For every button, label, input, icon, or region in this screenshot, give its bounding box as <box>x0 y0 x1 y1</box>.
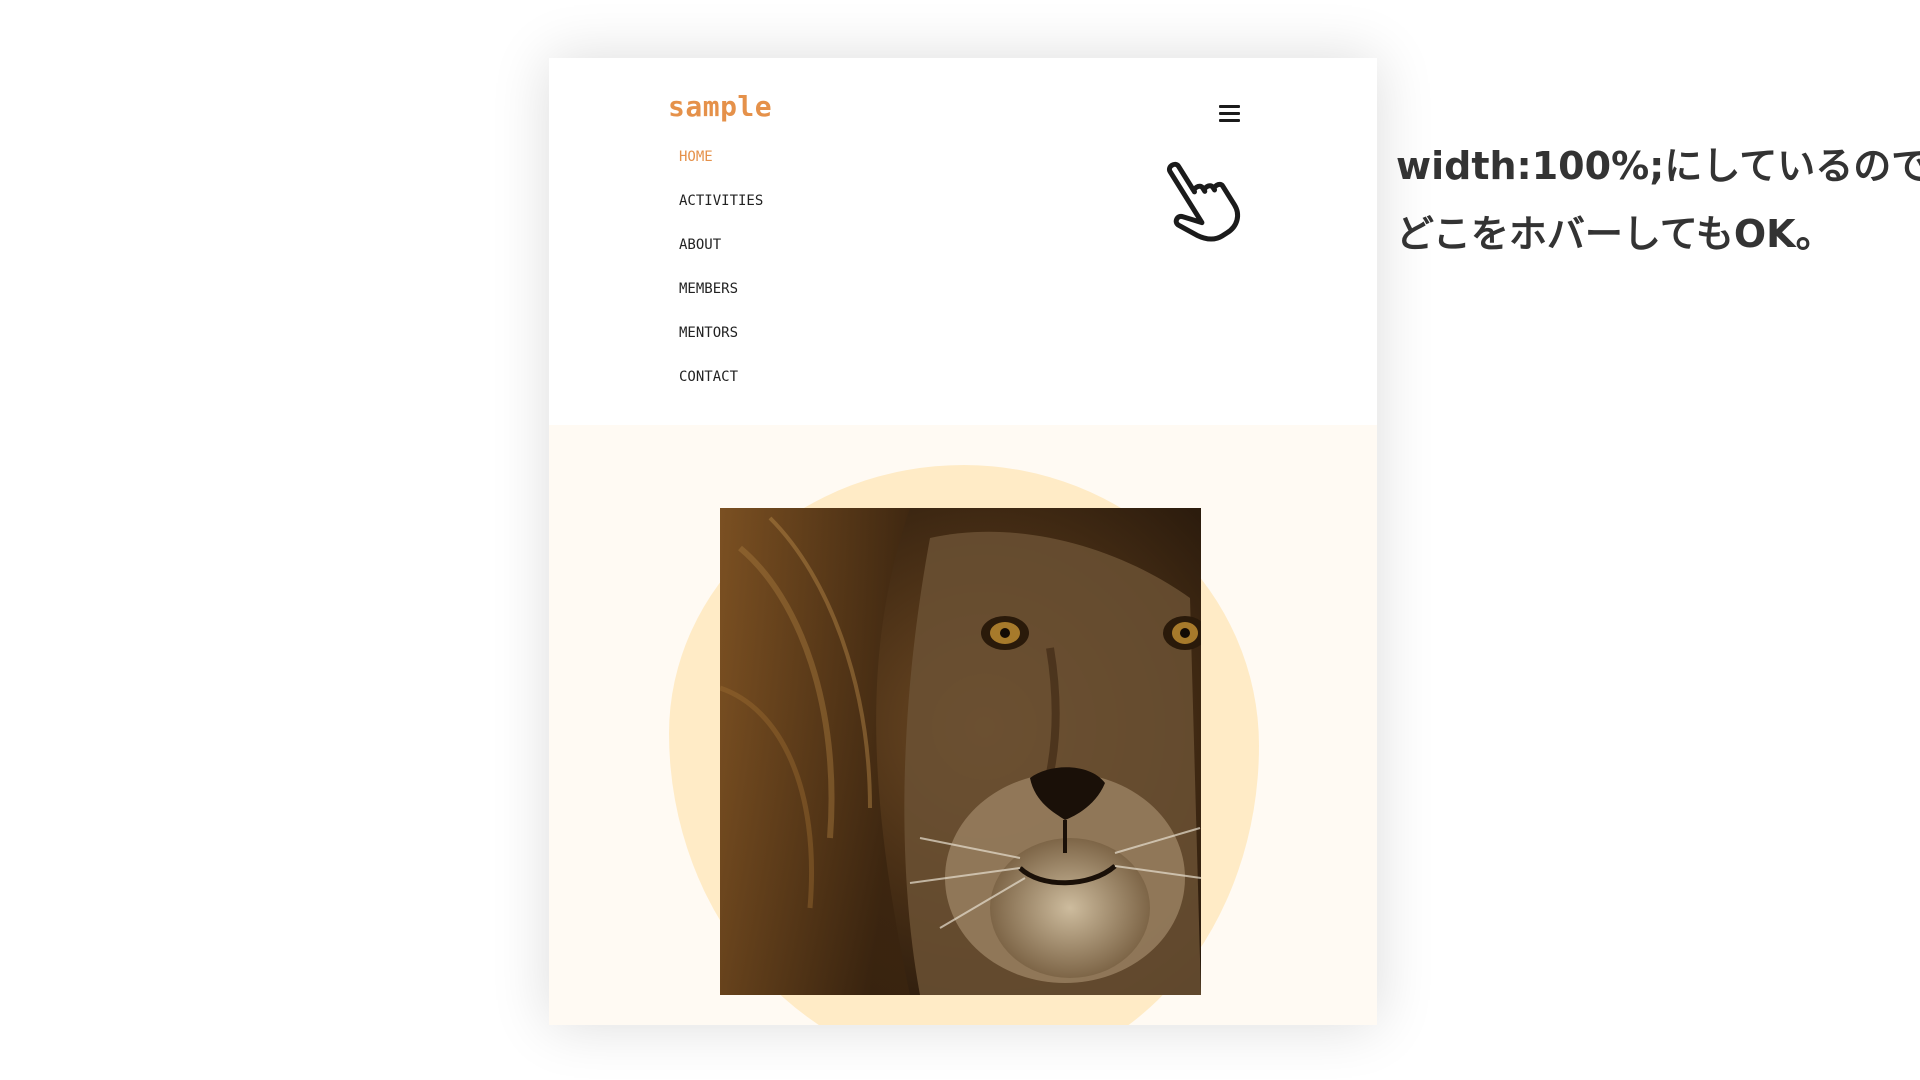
hand-pointer-icon <box>1166 161 1241 242</box>
nav-item-activities[interactable]: ACTIVITIES <box>679 179 763 223</box>
nav-item-contact[interactable]: CONTACT <box>679 355 763 399</box>
lion-photo <box>720 508 1201 995</box>
annotation-line-2: どこをホバーしてもOK。 <box>1396 212 1834 256</box>
nav-item-members[interactable]: MEMBERS <box>679 267 763 311</box>
site-header: sample HOME ACTIVITIES ABOUT MEMBERS MEN… <box>549 58 1377 425</box>
nav-item-home[interactable]: HOME <box>679 135 763 179</box>
nav-menu: HOME ACTIVITIES ABOUT MEMBERS MENTORS CO… <box>679 135 763 399</box>
site-logo[interactable]: sample <box>668 90 772 123</box>
hero-section <box>549 425 1377 1025</box>
nav-item-mentors[interactable]: MENTORS <box>679 311 763 355</box>
nav-item-about[interactable]: ABOUT <box>679 223 763 267</box>
annotation-line-1: width:100%;にしているので <box>1396 144 1920 188</box>
browser-frame: sample HOME ACTIVITIES ABOUT MEMBERS MEN… <box>549 58 1377 1025</box>
hamburger-menu-icon[interactable] <box>1214 98 1244 128</box>
annotation-text: width:100%;にしているので どこをホバーしてもOK。 <box>1396 132 1920 268</box>
